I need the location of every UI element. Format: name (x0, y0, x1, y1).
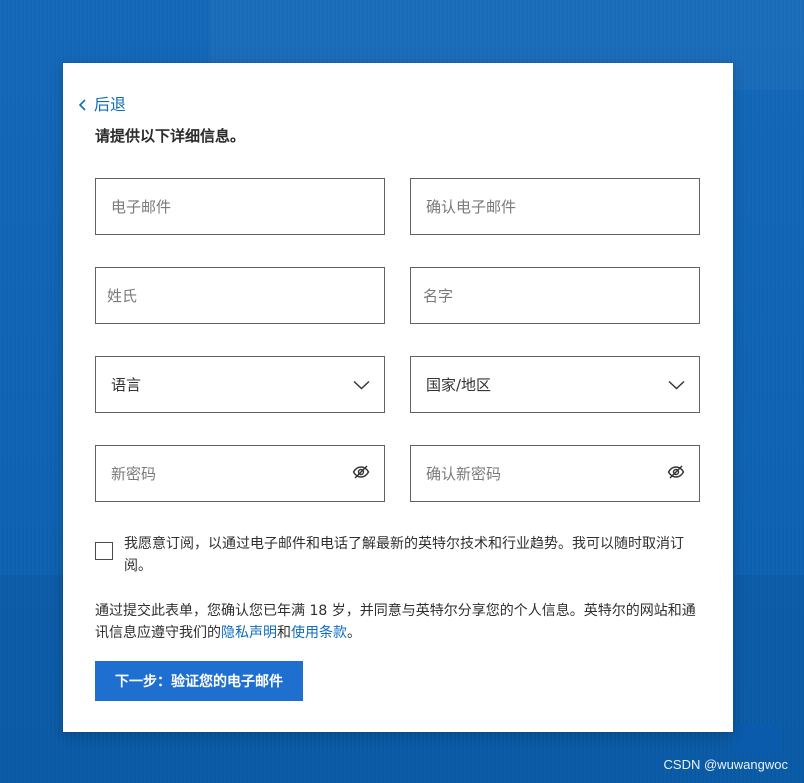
chevron-down-icon (353, 375, 370, 394)
email-field[interactable] (96, 179, 384, 234)
consent-middle: 和 (277, 625, 291, 641)
confirm-email-field[interactable] (411, 179, 699, 234)
country-select[interactable]: 国家/地区 (410, 356, 700, 413)
eye-off-icon[interactable] (352, 463, 370, 485)
subscription-option: 我愿意订阅，以通过电子邮件和电话了解最新的英特尔技术和行业趋势。我可以随时取消订… (95, 533, 685, 577)
watermark-text: CSDN @wuwangwoc (663, 757, 788, 772)
chevron-left-icon (78, 99, 86, 111)
background-accent (733, 724, 780, 755)
terms-link[interactable]: 使用条款 (291, 625, 347, 641)
first-name-field[interactable] (411, 268, 699, 323)
confirm-email-field-wrapper (410, 178, 700, 235)
subscription-text: 我愿意订阅，以通过电子邮件和电话了解最新的英特尔技术和行业趋势。我可以随时取消订… (124, 536, 684, 574)
confirm-new-password-field-wrapper (410, 445, 700, 502)
signup-card: 后退 请提供以下详细信息。 语言 国家/地区 (63, 63, 733, 732)
next-button[interactable]: 下一步：验证您的电子邮件 (95, 661, 303, 701)
back-link[interactable]: 后退 (77, 95, 126, 115)
privacy-link[interactable]: 隐私声明 (221, 625, 277, 641)
confirm-new-password-field[interactable] (411, 446, 699, 501)
language-select[interactable]: 语言 (95, 356, 385, 413)
subscription-checkbox[interactable] (95, 542, 113, 560)
last-name-field-wrapper (95, 267, 385, 324)
consent-suffix: 。 (347, 625, 361, 641)
back-label: 后退 (94, 95, 127, 114)
page-title: 请提供以下详细信息。 (95, 127, 246, 145)
last-name-field[interactable] (96, 268, 384, 323)
consent-prefix: 通过提交此表单，您确认您已年满 18 岁，并同意与英特尔分享您的个人信息。英特尔… (95, 603, 696, 641)
country-label: 国家/地区 (426, 376, 492, 394)
new-password-field[interactable] (96, 446, 384, 501)
eye-off-icon[interactable] (667, 463, 685, 485)
chevron-down-icon (668, 375, 685, 394)
first-name-field-wrapper (410, 267, 700, 324)
language-label: 语言 (111, 376, 142, 394)
consent-text: 通过提交此表单，您确认您已年满 18 岁，并同意与英特尔分享您的个人信息。英特尔… (95, 600, 705, 644)
new-password-field-wrapper (95, 445, 385, 502)
email-field-wrapper (95, 178, 385, 235)
